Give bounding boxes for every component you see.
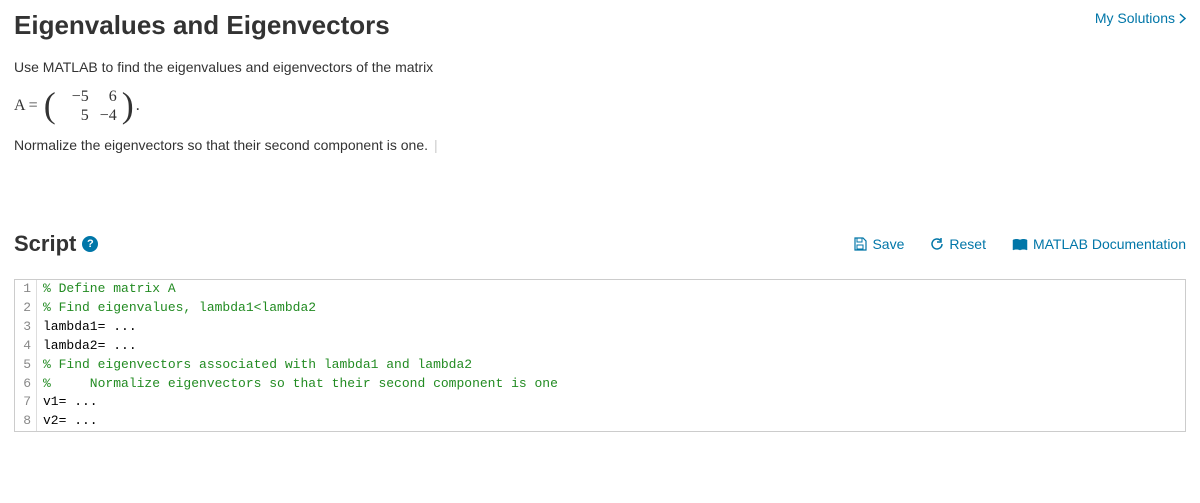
chevron-right-icon bbox=[1179, 13, 1186, 24]
book-icon bbox=[1012, 238, 1028, 251]
code-line[interactable]: 7v1= ... bbox=[15, 393, 1185, 412]
line-number: 2 bbox=[15, 299, 37, 318]
line-number: 6 bbox=[15, 375, 37, 394]
problem-intro: Use MATLAB to find the eigenvalues and e… bbox=[14, 59, 1186, 75]
text-cursor-icon: | bbox=[434, 137, 438, 153]
line-number: 5 bbox=[15, 356, 37, 375]
matrix-r1c2: 6 bbox=[89, 87, 117, 106]
code-text: % Find eigenvectors associated with lamb… bbox=[37, 356, 472, 375]
code-line[interactable]: 5% Find eigenvectors associated with lam… bbox=[15, 356, 1185, 375]
script-heading: Script ? bbox=[14, 231, 98, 257]
line-number: 7 bbox=[15, 393, 37, 412]
matrix-period: . bbox=[136, 97, 140, 115]
save-icon bbox=[853, 237, 867, 251]
code-text: % Normalize eigenvectors so that their s… bbox=[37, 375, 558, 394]
reset-button[interactable]: Reset bbox=[930, 236, 986, 252]
code-line[interactable]: 8v2= ... bbox=[15, 412, 1185, 431]
editor-toolbar: Save Reset MATLAB Documentation bbox=[853, 236, 1186, 252]
matrix-equation: A = ( −5 6 5 −4 ) . bbox=[14, 87, 140, 125]
code-text: v2= ... bbox=[37, 412, 98, 431]
help-icon[interactable]: ? bbox=[82, 236, 98, 252]
code-line[interactable]: 2% Find eigenvalues, lambda1<lambda2 bbox=[15, 299, 1185, 318]
line-number: 3 bbox=[15, 318, 37, 337]
matrix-r1c1: −5 bbox=[61, 87, 89, 106]
save-label: Save bbox=[872, 236, 904, 252]
code-line[interactable]: 6% Normalize eigenvectors so that their … bbox=[15, 375, 1185, 394]
code-line[interactable]: 1% Define matrix A bbox=[15, 280, 1185, 299]
code-line[interactable]: 4lambda2= ... bbox=[15, 337, 1185, 356]
reset-icon bbox=[930, 237, 944, 251]
matrix-r2c1: 5 bbox=[61, 106, 89, 125]
code-text: lambda2= ... bbox=[37, 337, 137, 356]
matrix-a-label: A = bbox=[14, 97, 38, 115]
paren-right-icon: ) bbox=[122, 95, 134, 117]
line-number: 8 bbox=[15, 412, 37, 431]
matrix-r2c2: −4 bbox=[89, 106, 117, 125]
documentation-label: MATLAB Documentation bbox=[1033, 236, 1186, 252]
normalize-text: Normalize the eigenvectors so that their… bbox=[14, 137, 1186, 153]
my-solutions-label: My Solutions bbox=[1095, 10, 1175, 26]
page-title: Eigenvalues and Eigenvectors bbox=[14, 10, 390, 41]
code-text: v1= ... bbox=[37, 393, 98, 412]
code-editor[interactable]: 1% Define matrix A2% Find eigenvalues, l… bbox=[14, 279, 1186, 432]
paren-left-icon: ( bbox=[44, 95, 56, 117]
code-line[interactable]: 3lambda1= ... bbox=[15, 318, 1185, 337]
code-text: % Define matrix A bbox=[37, 280, 176, 299]
my-solutions-link[interactable]: My Solutions bbox=[1095, 10, 1186, 26]
line-number: 4 bbox=[15, 337, 37, 356]
code-text: lambda1= ... bbox=[37, 318, 137, 337]
reset-label: Reset bbox=[949, 236, 986, 252]
line-number: 1 bbox=[15, 280, 37, 299]
code-text: % Find eigenvalues, lambda1<lambda2 bbox=[37, 299, 316, 318]
save-button[interactable]: Save bbox=[853, 236, 904, 252]
documentation-link[interactable]: MATLAB Documentation bbox=[1012, 236, 1186, 252]
